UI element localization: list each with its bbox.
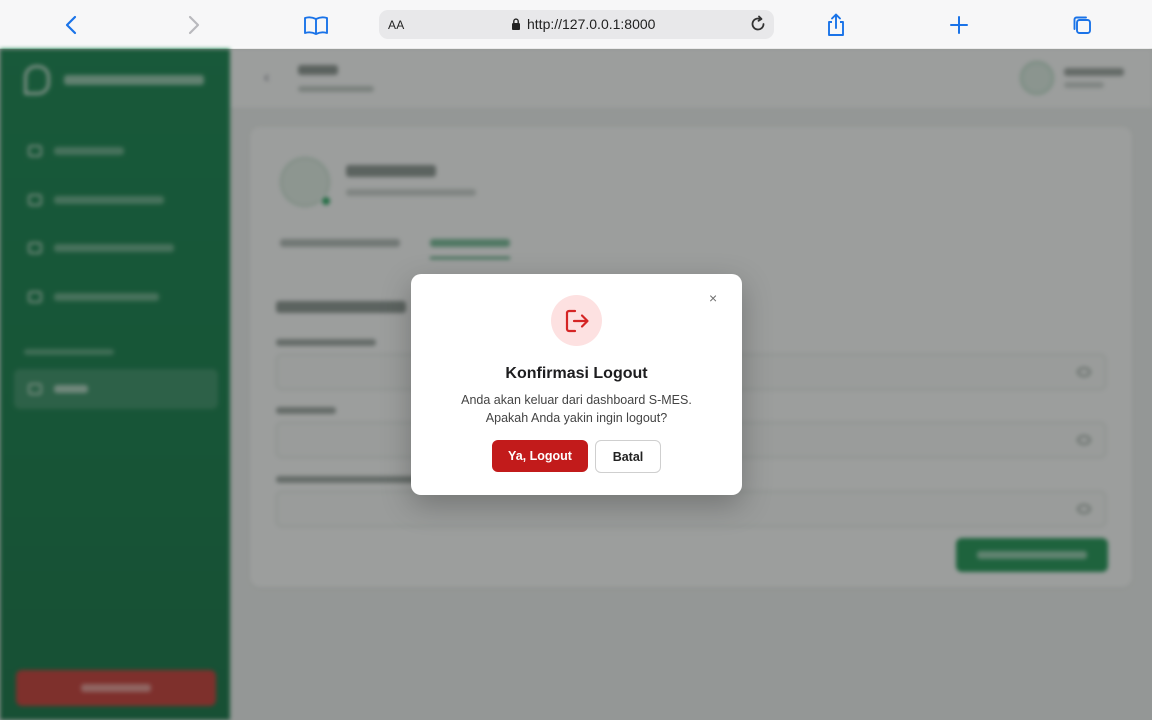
logout-confirm-dialog: × Konfirmasi Logout Anda akan keluar dar… [411,274,742,495]
browser-toolbar: AA http://127.0.0.1:8000 [0,0,1152,49]
close-icon[interactable]: × [709,291,717,305]
cancel-button[interactable]: Batal [595,440,661,473]
url-text: http://127.0.0.1:8000 [527,16,656,32]
bookmarks-button[interactable] [301,10,331,40]
forward-button[interactable] [179,10,209,40]
url-display[interactable]: http://127.0.0.1:8000 [511,16,655,32]
dialog-message: Anda akan keluar dari dashboard S-MES. A… [411,391,742,427]
tabs-icon [1073,16,1091,34]
tabs-overview-button[interactable] [1067,10,1097,40]
back-icon [65,15,77,35]
share-button[interactable] [821,10,851,40]
back-button[interactable] [56,10,86,40]
forward-icon [188,15,200,35]
reader-mode-button[interactable]: AA [388,18,405,32]
logout-icon [565,309,589,332]
lock-icon [512,18,520,30]
reload-button[interactable] [748,14,768,34]
dialog-title: Konfirmasi Logout [505,365,648,382]
share-icon [828,13,844,36]
reload-icon [751,15,765,31]
new-tab-button[interactable] [944,10,974,40]
dialog-message-line2: Apakah Anda yakin ingin logout? [485,411,668,425]
confirm-logout-button[interactable]: Ya, Logout [492,440,588,472]
bookmarks-icon [304,16,328,35]
address-bar[interactable]: AA http://127.0.0.1:8000 [379,10,774,39]
logout-icon-badge [551,295,602,346]
dialog-message-line1: Anda akan keluar dari dashboard S-MES. [461,393,692,407]
new-tab-icon [950,16,968,34]
